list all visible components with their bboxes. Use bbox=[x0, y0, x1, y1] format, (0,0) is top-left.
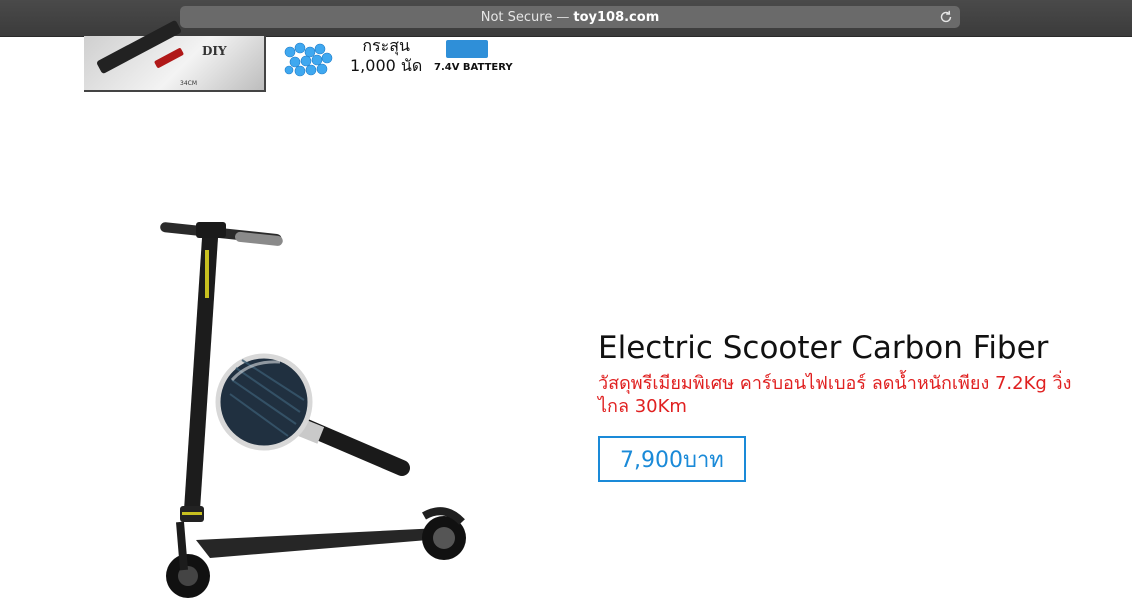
address-separator: — bbox=[556, 9, 570, 25]
product-subtitle: วัสดุพรีเมียมพิเศษ คาร์บอนไฟเบอร์ ลดน้ำห… bbox=[598, 373, 1072, 417]
battery-label: 7.4V BATTERY bbox=[434, 62, 513, 73]
price-button[interactable]: 7,900บาท bbox=[598, 436, 746, 482]
ammo-label: กระสุน 1,000 นัด bbox=[350, 36, 422, 76]
address-domain: toy108.com bbox=[573, 9, 660, 25]
scooter-image bbox=[160, 222, 466, 598]
product-banner-image: DIY 34CM กระสุน 1,000 นัด 7.4V BATTERY bbox=[82, 19, 513, 96]
gel-beads-icon bbox=[284, 42, 333, 77]
ammo-line-1: กระสุน bbox=[362, 36, 410, 55]
ammo-line-2: 1,000 นัด bbox=[350, 56, 423, 75]
product-info: Electric Scooter Carbon Fiber วัสดุพรีเม… bbox=[598, 328, 1098, 482]
reload-icon[interactable] bbox=[938, 9, 954, 25]
address-bar[interactable]: Not Secure — toy108.com bbox=[180, 6, 960, 28]
battery-icon bbox=[446, 40, 488, 58]
product-title: Electric Scooter Carbon Fiber bbox=[598, 330, 1049, 366]
battery-image: 7.4V BATTERY bbox=[434, 38, 513, 80]
box-brand: DIY bbox=[202, 44, 227, 58]
box-art: DIY 34CM bbox=[84, 19, 266, 92]
security-label: Not Secure bbox=[480, 9, 553, 25]
toy-gun-accent bbox=[153, 47, 185, 69]
box-dimension: 34CM bbox=[180, 80, 198, 87]
